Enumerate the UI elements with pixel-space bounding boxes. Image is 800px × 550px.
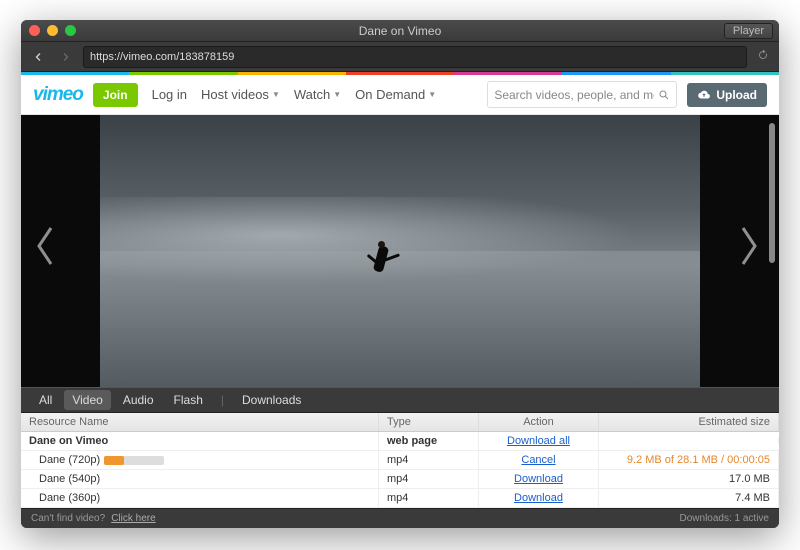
- url-input[interactable]: https://vimeo.com/183878159: [83, 46, 747, 68]
- downloads-status: Downloads: 1 active: [680, 513, 770, 524]
- vertical-scrollbar[interactable]: [769, 115, 777, 387]
- filter-downloads[interactable]: Downloads: [234, 390, 309, 410]
- cell-size: 7.4 MB: [599, 489, 779, 507]
- filter-tab-flash[interactable]: Flash: [166, 390, 211, 410]
- search-icon: [658, 89, 670, 101]
- help-text: Can't find video?: [31, 513, 105, 524]
- video-content: [376, 246, 386, 272]
- window-title: Dane on Vimeo: [21, 24, 779, 38]
- cell-action: Cancel: [479, 451, 599, 469]
- reload-button[interactable]: [753, 49, 773, 64]
- next-arrow[interactable]: [737, 224, 761, 278]
- cell-size: 9.2 MB of 28.1 MB / 00:00:05: [599, 451, 779, 469]
- cell-type: web page: [379, 432, 479, 450]
- video-area: [21, 115, 779, 387]
- chevron-down-icon: ▼: [272, 90, 280, 99]
- forward-button[interactable]: [55, 47, 77, 67]
- prev-arrow[interactable]: [33, 224, 57, 278]
- action-link[interactable]: Download: [514, 492, 563, 504]
- arrow-left-icon: [32, 51, 44, 63]
- browser-toolbar: https://vimeo.com/183878159: [21, 42, 779, 72]
- cell-action: Download all: [479, 432, 599, 450]
- cell-name: Dane (720p): [21, 451, 379, 469]
- back-button[interactable]: [27, 47, 49, 67]
- filter-tabs: AllVideoAudioFlash | Downloads: [21, 387, 779, 413]
- url-text: https://vimeo.com/183878159: [90, 51, 234, 63]
- nav-host-videos[interactable]: Host videos▼: [201, 87, 280, 102]
- filter-tab-video[interactable]: Video: [64, 390, 110, 410]
- table-header: Resource Name Type Action Estimated size: [21, 413, 779, 432]
- chevron-down-icon: ▼: [333, 90, 341, 99]
- table-row: Dane (540p)mp4 Download 17.0 MB: [21, 470, 779, 489]
- nav-watch[interactable]: Watch▼: [294, 87, 341, 102]
- join-button[interactable]: Join: [93, 83, 138, 107]
- col-size[interactable]: Estimated size: [599, 413, 779, 431]
- progress-bar: [104, 456, 164, 465]
- cloud-upload-icon: [697, 88, 711, 102]
- cell-type: mp4: [379, 470, 479, 488]
- cell-size: 17.0 MB: [599, 470, 779, 488]
- site-header: vimeo Join Log in Host videos▼ Watch▼ On De…: [21, 75, 779, 115]
- resource-table: Resource Name Type Action Estimated size…: [21, 413, 779, 508]
- cell-name: Dane on Vimeo: [21, 432, 379, 450]
- video-frame[interactable]: [100, 115, 700, 387]
- app-window: Dane on Vimeo Player https://vimeo.com/1…: [21, 20, 779, 528]
- reload-icon: [757, 49, 769, 61]
- cell-name: Dane (360p): [21, 489, 379, 507]
- col-type[interactable]: Type: [379, 413, 479, 431]
- col-name[interactable]: Resource Name: [21, 413, 379, 431]
- cell-action: Download: [479, 470, 599, 488]
- arrow-right-icon: [60, 51, 72, 63]
- action-link[interactable]: Cancel: [521, 454, 555, 466]
- upload-button[interactable]: Upload: [687, 83, 767, 107]
- chevron-down-icon: ▼: [428, 90, 436, 99]
- nav-on-demand[interactable]: On Demand▼: [355, 87, 436, 102]
- player-button[interactable]: Player: [724, 23, 773, 39]
- filter-tab-all[interactable]: All: [31, 390, 60, 410]
- cell-type: mp4: [379, 451, 479, 469]
- table-row: Dane (360p)mp4 Download 7.4 MB: [21, 489, 779, 508]
- cell-type: mp4: [379, 489, 479, 507]
- nav-log-in[interactable]: Log in: [152, 87, 187, 102]
- chevron-left-icon: [33, 224, 57, 268]
- table-row: Dane (720p)mp4 Cancel 9.2 MB of 28.1 MB / …: [21, 451, 779, 470]
- titlebar: Dane on Vimeo Player: [21, 20, 779, 42]
- table-row: Dane on Vimeoweb page Download all: [21, 432, 779, 451]
- col-action[interactable]: Action: [479, 413, 599, 431]
- action-link[interactable]: Download: [514, 473, 563, 485]
- vimeo-logo[interactable]: vimeo: [33, 84, 83, 106]
- cell-size: [599, 438, 779, 444]
- chevron-right-icon: [737, 224, 761, 268]
- upload-label: Upload: [716, 88, 757, 102]
- cell-name: Dane (540p): [21, 470, 379, 488]
- filter-divider: |: [221, 393, 224, 407]
- action-link[interactable]: Download all: [507, 435, 570, 447]
- search-input[interactable]: Search videos, people, and more: [487, 81, 677, 108]
- search-placeholder: Search videos, people, and more: [494, 88, 654, 102]
- filter-tab-audio[interactable]: Audio: [115, 390, 162, 410]
- status-bar: Can't find video? Click here Downloads: …: [21, 508, 779, 528]
- help-link[interactable]: Click here: [111, 513, 155, 524]
- cell-action: Download: [479, 489, 599, 507]
